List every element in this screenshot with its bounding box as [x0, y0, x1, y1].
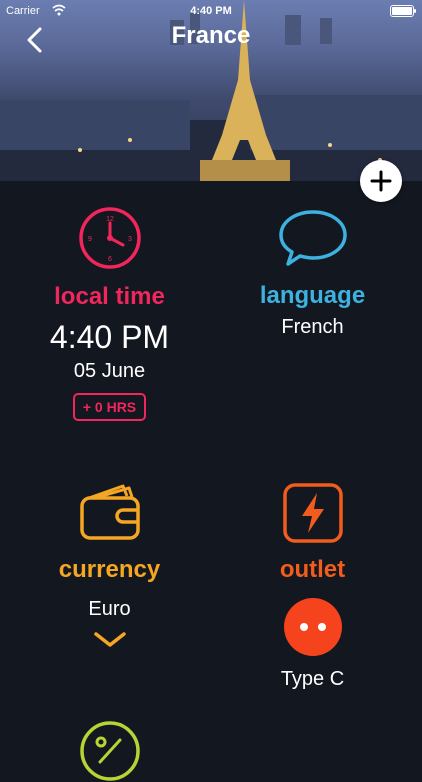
currency-label: currency [58, 556, 161, 583]
outlet-card: outlet Type C [207, 482, 418, 691]
status-time: 4:40 PM [190, 5, 232, 17]
currency-value: Euro [88, 598, 131, 620]
local-time-label: local time [54, 283, 165, 310]
socket-type-c-icon [283, 598, 342, 656]
battery-icon [390, 5, 416, 17]
local-time-card: 12 3 6 9 local time 4:40 PM 05 June + 0 … [4, 205, 215, 421]
outlet-label: outlet [279, 556, 346, 583]
chevron-down-icon[interactable] [93, 631, 127, 649]
svg-text:9: 9 [88, 236, 92, 243]
wallet-icon [79, 484, 140, 540]
svg-text:3: 3 [128, 236, 132, 243]
language-value: French [281, 316, 344, 338]
status-bar: Carrier 4:40 PM [0, 2, 422, 22]
plus-icon [370, 170, 392, 192]
page-title: France [171, 22, 251, 49]
outlet-value: Type C [280, 668, 345, 690]
percent-icon [79, 721, 140, 781]
add-button[interactable] [360, 160, 402, 202]
local-date-value: 05 June [73, 360, 146, 382]
speech-bubble-icon [278, 210, 347, 266]
local-time-value: 4:40 PM [49, 319, 170, 355]
time-offset-badge: + 0 HRS [72, 393, 147, 421]
language-label: language [259, 282, 366, 309]
svg-text:6: 6 [108, 256, 112, 263]
clock-icon: 12 3 6 9 [78, 207, 141, 269]
currency-card: currency Euro [4, 482, 215, 649]
tip-card [4, 720, 215, 782]
language-card: language French [207, 208, 418, 339]
lightning-bolt-icon [282, 483, 343, 543]
